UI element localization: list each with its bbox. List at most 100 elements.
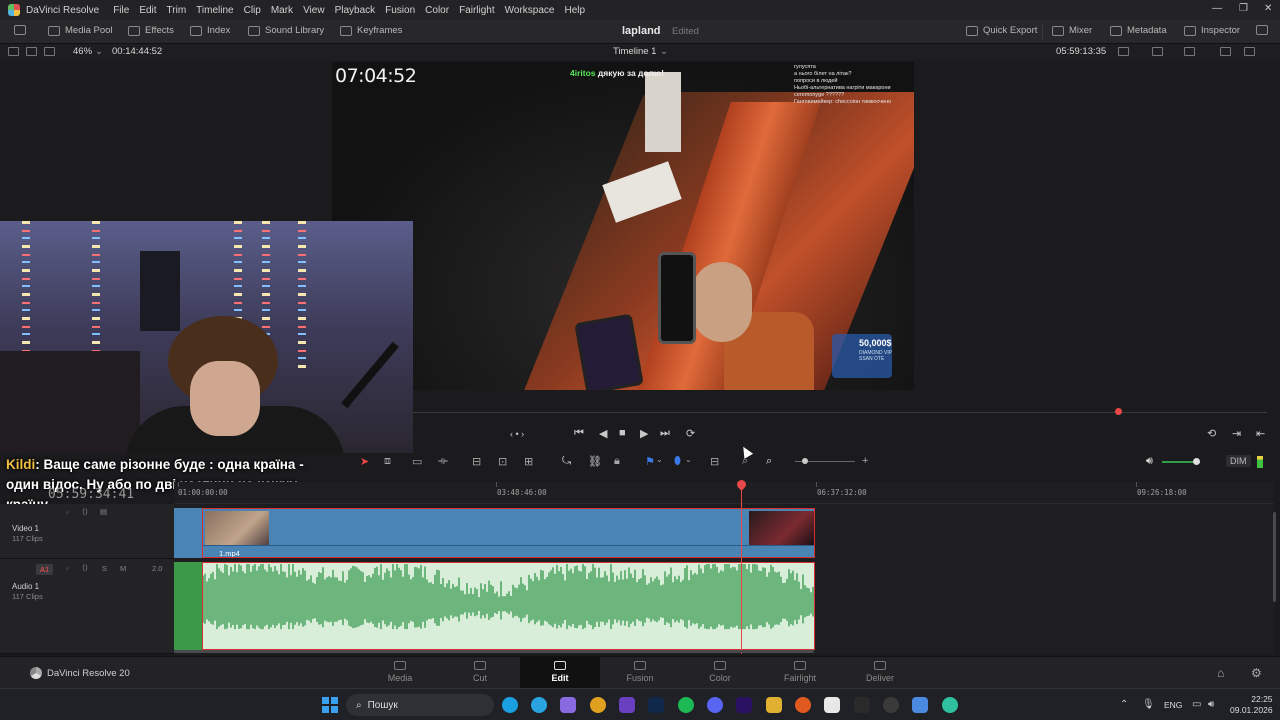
overwrite-clip-icon[interactable]: ⊡ (498, 455, 507, 468)
spotify-icon[interactable] (678, 697, 694, 713)
copilot-icon[interactable] (560, 697, 576, 713)
premiere-icon[interactable] (736, 697, 752, 713)
tab-fusion[interactable]: Fusion (600, 657, 680, 688)
menu-trim[interactable]: Trim (167, 5, 187, 16)
expand-panel-button[interactable] (1256, 25, 1268, 35)
settings-gear-icon[interactable]: ⚙ (1251, 666, 1262, 680)
track-lock-icon[interactable]: ▫ (66, 564, 69, 573)
firefox-icon[interactable] (795, 697, 811, 713)
marker-icon[interactable]: ⬮ (674, 455, 681, 468)
layout-icon[interactable] (8, 47, 19, 56)
edge-browser-icon[interactable] (502, 697, 518, 713)
minimize-button[interactable]: — (1212, 3, 1222, 14)
discord-icon[interactable] (707, 697, 723, 713)
app-icon[interactable] (912, 697, 928, 713)
track-visibility-icon[interactable]: ▤ (100, 507, 107, 516)
windows-start-icon[interactable] (322, 697, 338, 713)
timeline-vertical-scrollbar[interactable] (1273, 512, 1276, 602)
audio-clip[interactable] (202, 562, 815, 650)
timeline-chevron-down-icon[interactable]: ⌄ (660, 46, 668, 57)
davinci-taskbar-icon[interactable] (854, 697, 870, 713)
volume-icon[interactable]: 🔊︎ (1146, 455, 1153, 468)
auto-select-icon[interactable]: ⟨⟩ (82, 507, 88, 516)
menu-fusion[interactable]: Fusion (385, 5, 415, 16)
jog-control[interactable]: ‹ • › (510, 429, 524, 439)
zoom-slider-handle[interactable] (802, 458, 808, 464)
track-lock-icon[interactable]: ▫ (66, 508, 69, 517)
menu-mark[interactable]: Mark (271, 5, 293, 16)
menu-workspace[interactable]: Workspace (505, 5, 555, 16)
timeline-tracks[interactable]: 1.mp4 (174, 478, 1274, 654)
mute-button[interactable]: M (120, 564, 126, 573)
go-to-start-button[interactable]: ⏮ (574, 427, 584, 440)
effects-button[interactable]: Effects (128, 25, 174, 36)
audio-track-id[interactable]: A1 (36, 564, 54, 575)
match-frame-button[interactable]: ⟲ (1207, 427, 1216, 440)
chrome-icon[interactable] (590, 697, 606, 713)
app-icon[interactable] (619, 697, 635, 713)
menu-color[interactable]: Color (425, 5, 449, 16)
play-reverse-button[interactable]: ◀ (599, 427, 607, 440)
media-pool-button[interactable]: Media Pool (48, 25, 113, 36)
menu-timeline[interactable]: Timeline (196, 5, 233, 16)
chrome-profile-icon[interactable] (942, 697, 958, 713)
metadata-button[interactable]: Metadata (1110, 25, 1167, 36)
position-lock-icon[interactable]: 🔒︎ (614, 455, 620, 468)
speaker-icon[interactable]: 🔊︎ (1208, 699, 1214, 710)
play-button[interactable]: ▶ (640, 427, 648, 440)
file-explorer-icon[interactable] (766, 697, 782, 713)
keyframes-button[interactable]: Keyframes (340, 25, 402, 36)
go-to-end-button[interactable]: ⏭ (660, 427, 670, 440)
stop-button[interactable]: ■ (619, 427, 626, 439)
blade-tool-icon[interactable]: ⟛ (438, 455, 448, 468)
telegram-icon[interactable] (531, 697, 547, 713)
toolbar-left-icon[interactable] (14, 25, 26, 35)
microphone-icon[interactable]: 🎙︎ (1142, 699, 1155, 710)
network-icon[interactable]: ▭ (1192, 699, 1201, 710)
previous-edit-button[interactable]: ⇤ (1256, 427, 1265, 440)
snapping-icon[interactable]: ⤿ (562, 455, 571, 468)
auto-select-icon[interactable]: ⟨⟩ (82, 563, 88, 572)
linked-selection-icon[interactable]: ⛓ (588, 455, 602, 468)
photoshop-icon[interactable] (648, 697, 664, 713)
taskbar-search[interactable]: ⌕ Пошук (346, 694, 494, 716)
video-frame[interactable]: 07:04:52 4iritos дякую за долю! гулусята… (332, 62, 914, 390)
menu-clip[interactable]: Clip (244, 5, 261, 16)
tab-color[interactable]: Color (680, 657, 760, 688)
volume-slider-handle[interactable] (1193, 458, 1200, 465)
trim-tool-icon[interactable]: ⧈ (384, 455, 391, 468)
timeline-ruler[interactable]: 01:00:00:00 03:48:46:00 06:37:32:00 09:2… (174, 482, 1274, 504)
mixer-button[interactable]: Mixer (1052, 25, 1092, 36)
bypass-icon[interactable] (1220, 47, 1231, 56)
inspector-button[interactable]: Inspector (1184, 25, 1240, 36)
tab-media[interactable]: Media (360, 657, 440, 688)
tray-chevron-up-icon[interactable]: ⌃ (1120, 699, 1128, 710)
tab-fairlight[interactable]: Fairlight (760, 657, 840, 688)
viewer-mode-icon[interactable] (1118, 47, 1129, 56)
menu-help[interactable]: Help (564, 5, 585, 16)
replace-clip-icon[interactable]: ⊞ (524, 455, 533, 468)
viewer-scrub-bar[interactable] (413, 408, 1267, 415)
insert-clip-icon[interactable]: ⊟ (472, 455, 481, 468)
keyboard-language[interactable]: ENG (1164, 700, 1182, 710)
timeline-horizontal-scrollbar[interactable] (174, 650, 814, 653)
tab-cut[interactable]: Cut (440, 657, 520, 688)
menu-fairlight[interactable]: Fairlight (459, 5, 495, 16)
quick-export-button[interactable]: Quick Export (966, 25, 1037, 36)
tray-clock[interactable]: 22:25 09.01.2026 (1230, 694, 1273, 716)
flag-icon[interactable]: ⚑ (645, 455, 655, 468)
layout-grid-icon[interactable] (44, 47, 55, 56)
dynamic-trim-icon[interactable]: ▭ (412, 455, 422, 468)
scrub-playhead[interactable] (1115, 408, 1122, 415)
fullscreen-icon[interactable] (1244, 47, 1255, 56)
obs-icon[interactable] (883, 697, 899, 713)
marker-chevron-down-icon[interactable]: ⌄ (685, 455, 692, 464)
menu-view[interactable]: View (303, 5, 325, 16)
zoom-chevron-down-icon[interactable]: ⌄ (95, 46, 103, 57)
flag-chevron-down-icon[interactable]: ⌄ (656, 455, 663, 464)
home-icon[interactable]: ⌂ (1217, 666, 1224, 680)
zoom-full-icon[interactable]: ⊟ (710, 455, 719, 468)
timeline-selector[interactable]: Timeline 1 (613, 46, 656, 57)
tab-deliver[interactable]: Deliver (840, 657, 920, 688)
selection-tool-icon[interactable]: ➤ (360, 455, 369, 468)
